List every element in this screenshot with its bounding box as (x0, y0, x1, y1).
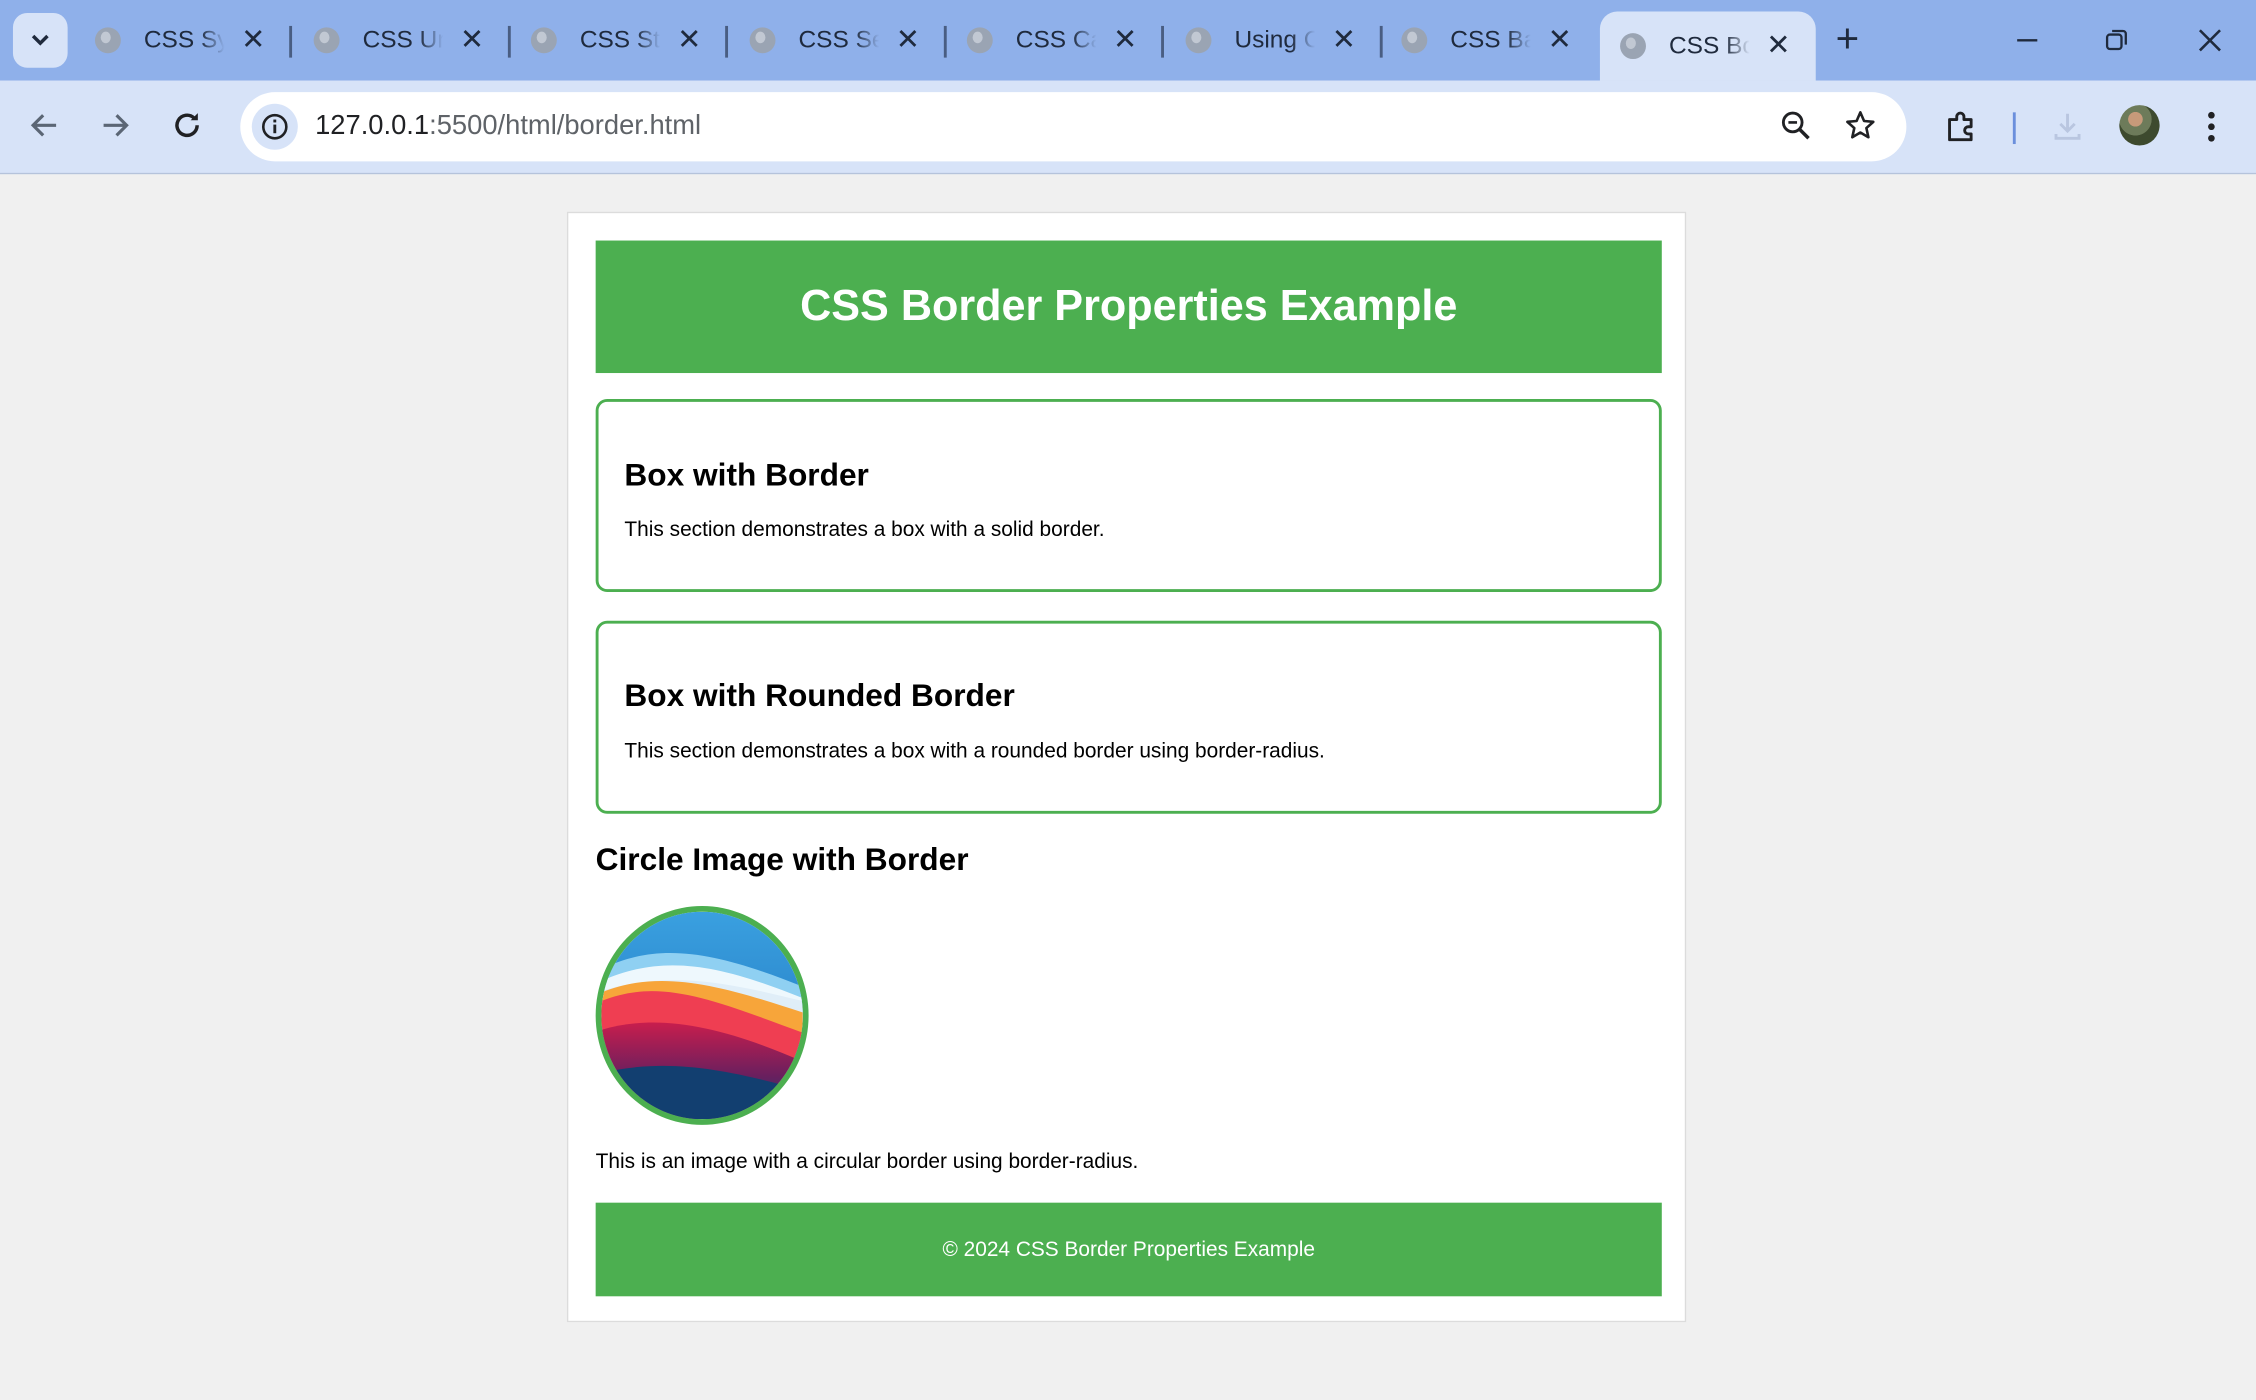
star-icon[interactable] (1843, 109, 1878, 144)
browser-window: CSS Syntax ✕ CSS Units ✕ CSS Styling ✕ C… (0, 0, 2256, 1400)
tab-css-selectors[interactable]: CSS Selectors ✕ (729, 12, 947, 70)
section-heading: Box with Rounded Border (624, 676, 1015, 713)
tab-title: CSS Background (1450, 25, 1531, 54)
tab-css-units[interactable]: CSS Units ✕ (294, 12, 511, 70)
info-icon[interactable] (251, 103, 298, 150)
section-heading: Box with Border (624, 456, 869, 493)
tab-css-border[interactable]: CSS Border ✕ (1599, 11, 1816, 81)
close-icon[interactable]: ✕ (239, 26, 268, 55)
page-footer: © 2024 CSS Border Properties Example (595, 1202, 1662, 1297)
tab-css-syntax[interactable]: CSS Syntax ✕ (75, 12, 293, 70)
extensions-icon[interactable] (1941, 107, 1981, 147)
url-text[interactable]: 127.0.0.1:5500/html/border.html (315, 111, 701, 143)
url-host: 127.0.0.1 (315, 110, 430, 142)
zoom-icon[interactable] (1778, 109, 1813, 144)
download-icon[interactable] (2047, 107, 2087, 147)
tab-css-background[interactable]: CSS Background ✕ (1381, 12, 1597, 70)
plus-icon[interactable]: + (1827, 18, 1867, 60)
url-path: :5500/html/border.html (429, 110, 702, 142)
section-text: This section demonstrates a box with a s… (624, 518, 1105, 542)
tab-title: CSS Syntax (143, 25, 225, 54)
tab-css-styling[interactable]: CSS Styling ✕ (511, 12, 729, 70)
tab-title: CSS Border (1668, 31, 1750, 60)
tab-separator (725, 25, 729, 58)
page-viewport: CSS Border Properties Example Box with B… (0, 174, 2256, 1400)
circle-image-heading: Circle Image with Border (595, 841, 969, 878)
tab-title: Using CSS (1234, 25, 1315, 54)
close-icon[interactable]: ✕ (1329, 26, 1358, 55)
close-icon[interactable]: ✕ (1764, 32, 1793, 61)
globe-icon (1401, 27, 1428, 54)
tab-title: CSS Units (362, 25, 444, 54)
reload-icon[interactable] (163, 101, 212, 150)
tab-title: CSS Selectors (798, 25, 880, 54)
section-text: This section demonstrates a box with a r… (624, 740, 1325, 764)
browser-toolbar: 127.0.0.1:5500/html/border.html (0, 80, 2256, 175)
footer-text: © 2024 CSS Border Properties Example (942, 1237, 1315, 1262)
close-icon[interactable]: ✕ (675, 26, 704, 55)
globe-icon (530, 27, 557, 54)
page-container: CSS Border Properties Example Box with B… (566, 211, 1687, 1323)
tab-separator (289, 25, 293, 58)
toolbar-divider (2012, 112, 2016, 145)
tab-strip: CSS Syntax ✕ CSS Units ✕ CSS Styling ✕ C… (0, 0, 2256, 81)
tab-css-cascade[interactable]: CSS Cascade ✕ (947, 12, 1164, 70)
tab-using-css[interactable]: Using CSS ✕ (1165, 12, 1383, 70)
circle-image (595, 905, 809, 1125)
bordered-box: Box with Border This section demonstrate… (595, 398, 1662, 592)
restore-icon[interactable] (2095, 20, 2138, 60)
globe-icon (966, 27, 993, 54)
close-icon[interactable]: ✕ (1545, 26, 1574, 55)
more-vert-icon[interactable] (2191, 107, 2231, 147)
close-icon[interactable]: ✕ (1111, 26, 1140, 55)
tab-search-button[interactable] (12, 12, 68, 68)
tab-title: CSS Styling (579, 25, 661, 54)
close-icon[interactable]: ✕ (893, 26, 922, 55)
page-title: CSS Border Properties Example (800, 282, 1458, 330)
close-icon[interactable]: ✕ (458, 26, 487, 55)
page-header: CSS Border Properties Example (595, 240, 1662, 374)
tab-separator (1161, 25, 1164, 58)
circle-image-caption: This is an image with a circular border … (595, 1150, 1139, 1174)
tab-title: CSS Cascade (1015, 25, 1097, 54)
avatar[interactable] (2119, 105, 2160, 146)
globe-icon (749, 27, 776, 54)
globe-icon (1620, 33, 1646, 60)
address-bar[interactable]: 127.0.0.1:5500/html/border.html (240, 92, 1907, 162)
globe-icon (313, 27, 340, 54)
forward-arrow-icon[interactable] (91, 101, 140, 150)
back-arrow-icon[interactable] (20, 101, 69, 150)
window-close-icon[interactable] (2188, 20, 2231, 60)
minimize-icon[interactable] (2006, 20, 2049, 60)
rounded-border-box: Box with Rounded Border This section dem… (595, 620, 1662, 814)
chevron-down-icon (31, 34, 49, 46)
globe-icon (1185, 27, 1212, 54)
globe-icon (94, 27, 121, 54)
